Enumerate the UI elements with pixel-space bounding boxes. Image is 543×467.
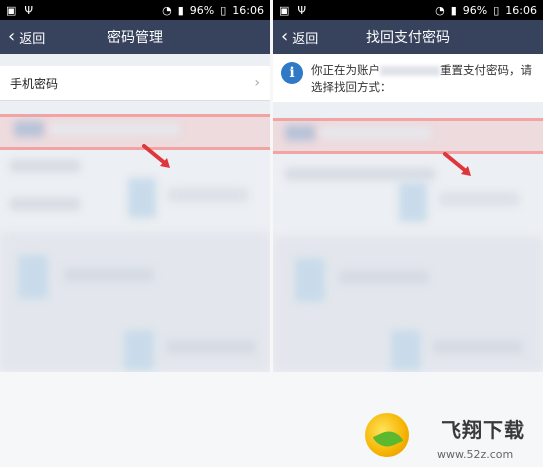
wifi-icon: ◔ [162,3,172,17]
battery-level: 96% [189,3,215,17]
list-item-phone-password[interactable]: 手机密码 › [0,66,270,101]
back-label: 返回 [292,31,319,47]
red-arrow-icon [142,144,170,168]
battery-level: 96% [462,3,488,17]
blurred-text [433,340,523,354]
battery-icon: ▯ [220,3,227,17]
signal-icon: ▮ [450,3,457,17]
usb-icon: Ψ [24,3,34,17]
status-bar: ▣ Ψ ◔ ▮ 96% ▯ 16:06 [0,0,270,20]
blurred-text [10,160,80,172]
clock: 16:06 [505,3,537,17]
usb-icon: Ψ [297,3,307,17]
blurred-text [285,168,435,180]
navbar: ‹ 返回 找回支付密码 [273,20,543,54]
blurred-text [10,198,80,210]
blurred-logo [295,258,325,302]
battery-icon: ▯ [493,3,500,17]
blurred-text [439,192,519,206]
navbar: ‹ 返回 密码管理 [0,20,270,54]
watermark: 飞翔下载 www.52z.com [353,397,543,467]
back-label: 返回 [19,31,46,47]
blurred-logo [391,330,421,370]
info-icon: i [281,62,303,84]
clock: 16:06 [232,3,264,17]
blurred-text [168,188,248,202]
back-button[interactable]: ‹ 返回 [0,28,45,47]
blurred-logo [18,255,48,299]
chevron-left-icon: ‹ [281,26,289,47]
blurred-text [166,340,256,354]
back-button[interactable]: ‹ 返回 [273,28,318,47]
blurred-text [339,270,429,284]
blurred-logo [399,182,427,222]
blurred-text [321,127,431,139]
blurred-text [64,268,154,282]
red-arrow-icon [443,152,471,176]
signal-icon: ▮ [177,3,184,17]
left-screen: ▣ Ψ ◔ ▮ 96% ▯ 16:06 ‹ 返回 密码管理 手机密码 › [0,0,270,467]
image-icon: ▣ [6,3,17,17]
blurred-icon [285,125,315,141]
chevron-left-icon: ‹ [8,26,16,47]
list-item-label: 手机密码 [10,76,59,91]
info-prefix: 你正在为账户 [311,63,380,77]
blurred-logo [128,178,156,218]
chevron-right-icon: › [254,75,260,91]
blank-area [0,372,270,467]
status-bar: ▣ Ψ ◔ ▮ 96% ▯ 16:06 [273,0,543,20]
wifi-icon: ◔ [435,3,445,17]
image-icon: ▣ [279,3,290,17]
info-text: 你正在为账户 重置支付密码，请选择找回方式： [311,62,535,96]
watermark-brand: 飞翔下载 [441,418,525,442]
watermark-url: www.52z.com [437,448,514,461]
blurred-icon [14,121,44,137]
blurred-text [50,123,180,135]
blurred-logo [124,330,154,370]
masked-account [380,65,440,76]
info-banner: i 你正在为账户 重置支付密码，请选择找回方式： [273,54,543,102]
